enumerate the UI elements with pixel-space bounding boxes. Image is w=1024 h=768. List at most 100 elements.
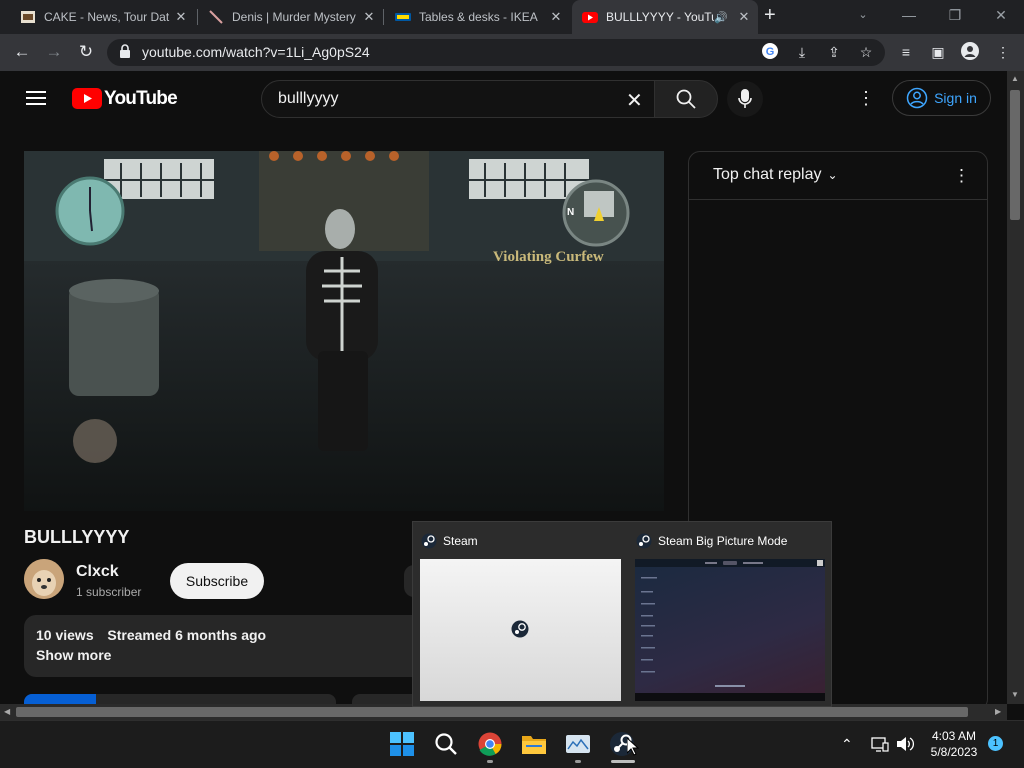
share-icon[interactable]: ⇪ bbox=[824, 42, 844, 62]
back-button[interactable]: ← bbox=[8, 38, 36, 66]
youtube-logo-icon[interactable] bbox=[72, 88, 102, 109]
search-input[interactable]: bulllyyyy bbox=[278, 90, 338, 108]
chip-selected bbox=[24, 694, 96, 704]
install-app-icon[interactable]: ⤓ bbox=[792, 42, 812, 62]
chrome-menu-icon[interactable]: ⋮ bbox=[993, 42, 1013, 62]
steam-thumbnail[interactable] bbox=[420, 559, 621, 701]
account-circle-icon bbox=[906, 87, 928, 109]
chat-more-icon[interactable]: ⋮ bbox=[953, 166, 970, 186]
reload-button[interactable]: ↻ bbox=[72, 38, 100, 66]
channel-avatar[interactable] bbox=[24, 559, 64, 599]
stream-date: Streamed 6 months ago bbox=[107, 627, 267, 643]
volume-icon[interactable] bbox=[896, 735, 914, 753]
video-stats: 10 views Streamed 6 months ago bbox=[36, 627, 266, 643]
voice-search-button[interactable] bbox=[727, 81, 763, 117]
close-tab-icon[interactable]: ✕ bbox=[361, 9, 377, 25]
folder-icon bbox=[522, 736, 546, 754]
taskbar-photos-app[interactable] bbox=[562, 728, 594, 760]
sign-in-label: Sign in bbox=[934, 90, 977, 106]
photos-icon bbox=[566, 735, 590, 753]
steam-icon bbox=[511, 620, 529, 638]
start-button[interactable] bbox=[386, 728, 418, 760]
side-panel-icon[interactable]: ▣ bbox=[928, 42, 948, 62]
youtube-logo-text[interactable]: YouTube bbox=[104, 88, 178, 110]
clock[interactable]: 4:03 AM 5/8/2023 bbox=[922, 728, 986, 760]
tab-cake[interactable]: CAKE - News, Tour Dat ✕ bbox=[10, 0, 195, 34]
svg-text:G: G bbox=[766, 46, 775, 58]
mouse-cursor-icon bbox=[626, 736, 640, 756]
new-tab-button[interactable]: + bbox=[764, 4, 776, 27]
chat-mode-label: Top chat replay bbox=[713, 166, 822, 183]
lock-icon[interactable] bbox=[118, 43, 132, 59]
close-tab-icon[interactable]: ✕ bbox=[548, 9, 564, 25]
show-more-link[interactable]: Show more bbox=[36, 647, 111, 663]
tab-search-icon[interactable]: ⌄ bbox=[840, 0, 886, 34]
tab-ikea[interactable]: Tables & desks - IKEA ✕ bbox=[385, 0, 570, 34]
search-box[interactable]: bulllyyyy ✕ bbox=[261, 80, 655, 118]
steam-icon bbox=[421, 533, 437, 549]
clock-time: 4:03 AM bbox=[931, 729, 977, 743]
windows-logo-icon bbox=[390, 732, 414, 756]
google-lens-icon[interactable]: G bbox=[760, 42, 780, 62]
scroll-up-arrow-icon[interactable]: ▲ bbox=[1011, 74, 1019, 83]
close-tab-icon[interactable]: ✕ bbox=[736, 9, 752, 25]
sign-in-button[interactable]: Sign in bbox=[892, 80, 991, 116]
network-icon[interactable] bbox=[871, 735, 889, 753]
chat-mode-dropdown[interactable]: Top chat replay ⌄ bbox=[713, 166, 838, 184]
view-count: 10 views bbox=[36, 627, 94, 643]
tab-title: Tables & desks - IKEA bbox=[419, 10, 538, 24]
tab-youtube[interactable]: BULLLYYYY - YouTu 🔊 ✕ bbox=[572, 0, 758, 34]
running-indicator bbox=[487, 760, 493, 763]
clear-search-icon[interactable]: ✕ bbox=[626, 88, 643, 113]
video-player[interactable]: N Violating Curfew bbox=[24, 151, 664, 511]
tab-separator bbox=[383, 9, 384, 25]
big-picture-preview bbox=[635, 559, 825, 701]
taskbar-search-button[interactable] bbox=[430, 728, 462, 760]
description-box[interactable]: 10 views Streamed 6 months ago Show more bbox=[24, 615, 434, 677]
search-button[interactable] bbox=[654, 80, 718, 118]
scroll-left-arrow-icon[interactable]: ◀ bbox=[4, 707, 10, 716]
taskbar-file-explorer[interactable] bbox=[518, 728, 550, 760]
youtube-favicon-icon bbox=[582, 9, 598, 25]
media-control-icon[interactable]: ≡ bbox=[896, 42, 916, 62]
running-indicator bbox=[575, 760, 581, 763]
profile-icon[interactable] bbox=[960, 42, 980, 62]
chip-bar-partial[interactable] bbox=[24, 694, 336, 704]
tab-strip: CAKE - News, Tour Dat ✕ Denis | Murder M… bbox=[0, 0, 1024, 34]
guide-menu-icon[interactable] bbox=[26, 90, 46, 106]
settings-menu-icon[interactable]: ⋮ bbox=[857, 88, 875, 109]
horizontal-scroll-thumb[interactable] bbox=[16, 707, 968, 717]
popup-item-steam[interactable]: Steam bbox=[421, 533, 478, 549]
notification-badge[interactable]: 1 bbox=[988, 736, 1003, 751]
taskbar-chrome[interactable] bbox=[474, 728, 506, 760]
scroll-down-arrow-icon[interactable]: ▼ bbox=[1011, 690, 1019, 699]
bookmark-star-icon[interactable]: ☆ bbox=[856, 42, 876, 62]
window-close-button[interactable]: ✕ bbox=[978, 0, 1024, 34]
active-app-indicator bbox=[611, 760, 635, 763]
minimize-button[interactable]: — bbox=[886, 0, 932, 34]
show-hidden-icons-chevron-icon[interactable]: ⌃ bbox=[841, 736, 853, 753]
knife-favicon-icon bbox=[208, 9, 224, 25]
subscribe-button[interactable]: Subscribe bbox=[170, 563, 264, 599]
vertical-scroll-thumb[interactable] bbox=[1010, 90, 1020, 220]
chevron-down-icon: ⌄ bbox=[827, 168, 838, 182]
forward-button[interactable]: → bbox=[40, 38, 68, 66]
tab-denis[interactable]: Denis | Murder Mystery ✕ bbox=[198, 0, 383, 34]
chip-partial[interactable] bbox=[352, 694, 412, 704]
hud-status-text: Violating Curfew bbox=[493, 249, 604, 265]
subscriber-count: 1 subscriber bbox=[76, 585, 142, 599]
video-title: BULLLYYYY bbox=[24, 527, 130, 547]
popup-title: Steam Big Picture Mode bbox=[658, 534, 788, 548]
close-tab-icon[interactable]: ✕ bbox=[173, 9, 189, 25]
popup-item-big-picture[interactable]: Steam Big Picture Mode bbox=[636, 533, 787, 549]
steam-icon bbox=[636, 533, 652, 549]
big-picture-thumbnail[interactable] bbox=[635, 559, 825, 701]
url-text[interactable]: youtube.com/watch?v=1Li_Ag0pS24 bbox=[142, 44, 370, 60]
search-icon bbox=[676, 89, 696, 109]
scroll-right-arrow-icon[interactable]: ▶ bbox=[995, 707, 1001, 716]
ikea-favicon-icon bbox=[395, 9, 411, 25]
chat-header: Top chat replay ⌄ ⋮ bbox=[689, 152, 987, 200]
channel-name[interactable]: Clxck bbox=[76, 563, 119, 581]
restore-button[interactable]: ❐ bbox=[932, 0, 978, 34]
audio-playing-icon[interactable]: 🔊 bbox=[714, 11, 728, 24]
